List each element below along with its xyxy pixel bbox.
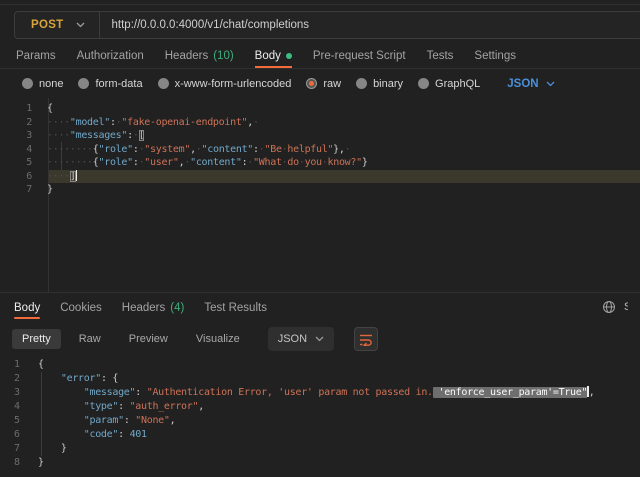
code-line[interactable]: 1{	[0, 358, 640, 372]
code-text: {	[38, 358, 44, 372]
response-body-editor[interactable]: 1{2 "error": {3 "message": "Authenticati…	[0, 355, 640, 477]
line-number: 3	[0, 129, 40, 143]
view-raw-button[interactable]: Raw	[69, 329, 111, 349]
response-section: Body Cookies Headers(4) Test Results St …	[0, 292, 640, 477]
body-type-row: none form-data x-www-form-urlencoded raw…	[0, 69, 640, 98]
response-tab-headers[interactable]: Headers(4)	[122, 293, 185, 323]
tab-settings[interactable]: Settings	[474, 44, 516, 68]
line-number: 4	[0, 400, 28, 414]
url-input[interactable]: http://0.0.0.0:4000/v1/chat/completions	[100, 19, 310, 31]
body-type-binary[interactable]: binary	[356, 78, 403, 90]
line-number: 5	[0, 156, 40, 170]
code-text: }	[38, 442, 67, 456]
tab-body[interactable]: Body	[255, 44, 292, 68]
line-number: 2	[0, 116, 40, 130]
radio-icon	[78, 78, 89, 89]
radio-icon	[418, 78, 429, 89]
tab-authorization[interactable]: Authorization	[77, 44, 144, 68]
request-tabs: Params Authorization Headers(10) Body Pr…	[0, 44, 640, 69]
text-wrap-button[interactable]	[354, 327, 378, 351]
code-line[interactable]: 4 ········{"role":·"system",·"content":·"…	[0, 143, 640, 157]
view-pretty-button[interactable]: Pretty	[12, 329, 61, 349]
line-number: 7	[0, 442, 28, 456]
raw-format-select[interactable]: JSON	[507, 78, 554, 90]
body-type-none[interactable]: none	[22, 78, 63, 90]
tab-tests[interactable]: Tests	[427, 44, 454, 68]
request-url-row: POST http://0.0.0.0:4000/v1/chat/complet…	[0, 5, 640, 44]
code-text: {	[47, 102, 53, 116]
line-number: 1	[0, 358, 28, 372]
view-preview-button[interactable]: Preview	[119, 329, 178, 349]
headers-count: (10)	[213, 50, 233, 62]
view-visualize-button[interactable]: Visualize	[186, 329, 250, 349]
chevron-down-icon	[315, 336, 324, 342]
code-text: "message": "Authentication Error, 'user'…	[38, 386, 594, 400]
chevron-down-icon	[546, 81, 555, 87]
line-number: 1	[0, 102, 40, 116]
line-number: 7	[0, 183, 40, 197]
line-number: 4	[0, 143, 40, 157]
code-line[interactable]: 2 "error": {	[0, 372, 640, 386]
text-cursor	[76, 170, 78, 181]
response-tabs: Body Cookies Headers(4) Test Results St	[0, 293, 640, 323]
line-number: 5	[0, 414, 28, 428]
radio-icon	[356, 78, 367, 89]
code-text: }	[38, 456, 44, 470]
code-text: ····"messages":·[	[47, 129, 144, 143]
radio-icon	[158, 78, 169, 89]
code-line[interactable]: 3 ····"messages":·[	[0, 129, 640, 143]
radio-selected-icon	[306, 78, 317, 89]
line-number: 2	[0, 372, 28, 386]
response-format-select[interactable]: JSON	[268, 327, 334, 351]
response-toolbar: Pretty Raw Preview Visualize JSON	[0, 323, 640, 355]
request-bar: POST http://0.0.0.0:4000/v1/chat/complet…	[14, 11, 640, 39]
tab-headers[interactable]: Headers(10)	[165, 44, 234, 68]
code-text: ····]	[47, 170, 77, 184]
code-line[interactable]: 5 "param": "None",	[0, 414, 640, 428]
response-headers-count: (4)	[170, 302, 184, 314]
code-text: ········{"role":·"user",·"content":·"Wha…	[47, 156, 368, 170]
line-number: 6	[0, 428, 28, 442]
code-line[interactable]: 4 "type": "auth_error",	[0, 400, 640, 414]
chevron-down-icon	[76, 22, 85, 28]
body-type-form-data[interactable]: form-data	[78, 78, 142, 90]
method-select[interactable]: POST	[15, 12, 99, 38]
radio-icon	[22, 78, 33, 89]
code-line[interactable]: 8}	[0, 456, 640, 470]
globe-icon[interactable]	[602, 300, 616, 314]
code-line[interactable]: 7 }	[0, 442, 640, 456]
code-text: "code": 401	[38, 428, 147, 442]
status-text-clipped: St	[624, 301, 628, 313]
code-text: "param": "None",	[38, 414, 175, 428]
code-line[interactable]: 2 ····"model":·"fake-openai-endpoint",·	[0, 116, 640, 130]
code-line[interactable]: 7}	[0, 183, 640, 197]
request-body-editor[interactable]: 1{2····"model":·"fake-openai-endpoint",·…	[0, 98, 640, 292]
code-line[interactable]: 6 "code": 401	[0, 428, 640, 442]
body-type-graphql[interactable]: GraphQL	[418, 78, 480, 90]
tab-params[interactable]: Params	[16, 44, 56, 68]
line-number: 3	[0, 386, 28, 400]
body-active-dot-icon	[286, 53, 292, 59]
code-text: "type": "auth_error",	[38, 400, 204, 414]
code-text: ········{"role":·"system",·"content":·"B…	[47, 143, 350, 157]
code-line[interactable]: 1{	[0, 102, 640, 116]
response-tab-test-results[interactable]: Test Results	[204, 293, 267, 323]
code-line[interactable]: 3 "message": "Authentication Error, 'use…	[0, 386, 640, 400]
code-line[interactable]: 5 ········{"role":·"user",·"content":·"Wh…	[0, 156, 640, 170]
code-line[interactable]: 6 ····]	[0, 170, 640, 184]
code-text: ····"model":·"fake-openai-endpoint",·	[47, 116, 259, 130]
code-text: }	[47, 183, 53, 197]
text-wrap-icon	[359, 333, 373, 346]
response-tab-cookies[interactable]: Cookies	[60, 293, 102, 323]
tab-pre-request-script[interactable]: Pre-request Script	[313, 44, 406, 68]
body-type-x-www-form-urlencoded[interactable]: x-www-form-urlencoded	[158, 78, 292, 90]
active-tab-underline	[14, 317, 40, 319]
response-tab-body[interactable]: Body	[14, 293, 40, 323]
line-number: 8	[0, 456, 28, 470]
code-text: "error": {	[38, 372, 118, 386]
method-label: POST	[31, 19, 64, 31]
line-number: 6	[0, 170, 40, 184]
body-type-raw[interactable]: raw	[306, 78, 341, 90]
